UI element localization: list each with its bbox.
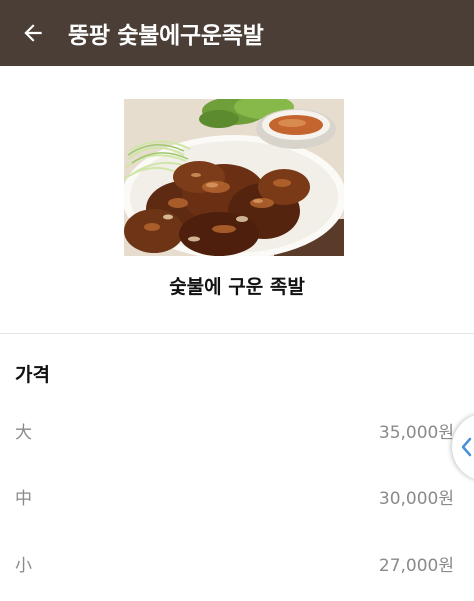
price-row-large: 大 35,000원 bbox=[0, 410, 474, 450]
section-divider bbox=[0, 333, 474, 334]
menu-detail-screen: 뚱팡 숯불에구운족발 숯불에 구운 족발 가격 大 35,000원 中 30,0… bbox=[0, 0, 474, 601]
price-row-small: 小 27,000원 bbox=[0, 543, 474, 583]
arrow-left-icon bbox=[24, 24, 42, 42]
page-title: 뚱팡 숯불에구운족발 bbox=[68, 23, 264, 49]
chevron-left-icon bbox=[461, 437, 472, 457]
back-button[interactable] bbox=[0, 0, 66, 66]
price-section-title: 가격 bbox=[15, 364, 50, 386]
price-value: 30,000원 bbox=[378, 489, 454, 509]
price-size-label: 中 bbox=[15, 489, 32, 509]
price-row-medium: 中 30,000원 bbox=[0, 476, 474, 516]
app-bar: 뚱팡 숯불에구운족발 bbox=[0, 0, 474, 66]
price-size-label: 小 bbox=[15, 556, 32, 576]
price-value: 35,000원 bbox=[378, 423, 454, 443]
price-size-label: 大 bbox=[15, 423, 32, 443]
price-value: 27,000원 bbox=[378, 556, 454, 576]
menu-item-photo bbox=[124, 99, 344, 256]
menu-item-name: 숯불에 구운 족발 bbox=[169, 276, 305, 298]
